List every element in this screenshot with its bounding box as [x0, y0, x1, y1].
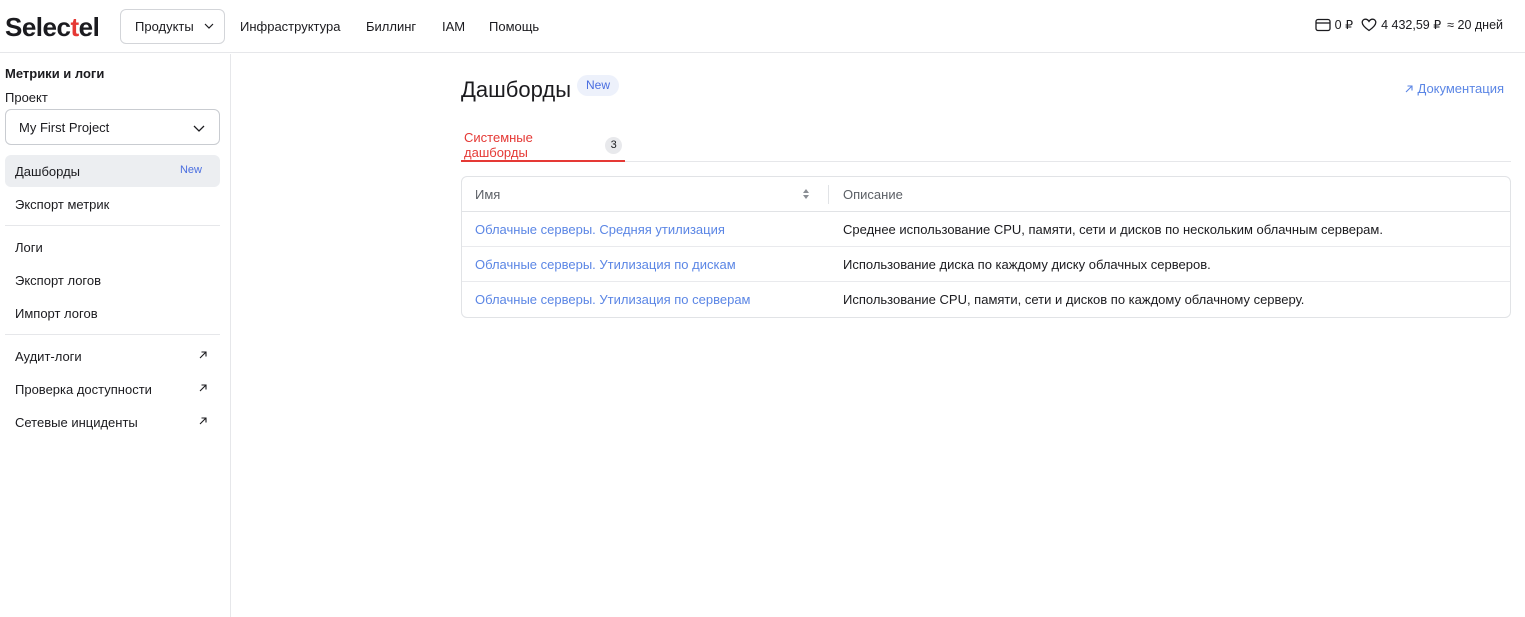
sidebar-item-label: Логи — [15, 239, 43, 255]
project-label: Проект — [5, 90, 48, 105]
chevron-down-icon — [204, 23, 214, 29]
documentation-link-label: Документация — [1417, 81, 1505, 96]
table-row: Облачные серверы. Средняя утилизация Сре… — [462, 212, 1510, 247]
table-header: Имя Описание — [462, 177, 1510, 212]
table-row: Облачные серверы. Утилизация по дискам И… — [462, 247, 1510, 282]
tab-system-dashboards[interactable]: Системные дашборды 3 — [461, 130, 625, 162]
new-badge: New — [577, 75, 620, 96]
tab-label: Системные дашборды — [464, 130, 533, 160]
dashboard-description: Среднее использование CPU, памяти, сети … — [843, 222, 1383, 237]
external-link-icon — [199, 384, 207, 392]
sidebar-item-label: Экспорт метрик — [15, 196, 110, 212]
selectel-logo[interactable]: Selectel — [5, 12, 100, 42]
nav-billing[interactable]: Биллинг — [366, 19, 416, 35]
sidebar-item-label: Аудит-логи — [15, 348, 82, 364]
sidebar-divider — [5, 225, 220, 226]
column-header-name[interactable]: Имя — [475, 187, 500, 202]
sidebar-item-label: Проверка доступности — [15, 381, 152, 397]
products-label: Продукты — [135, 19, 194, 34]
wallet-amount: 0 ₽ — [1334, 18, 1354, 32]
sidebar-item-label: Дашборды — [15, 163, 80, 179]
wallet-icon — [1315, 18, 1331, 31]
column-header-description: Описание — [843, 187, 903, 202]
bonus-amount: 4 432,59 ₽ — [1381, 18, 1442, 32]
sidebar-item-dashboards[interactable]: Дашборды New — [5, 155, 220, 187]
tabs-bar: Системные дашборды 3 — [461, 130, 1511, 162]
chevron-down-icon — [193, 125, 205, 132]
sidebar-item-logs-import[interactable]: Импорт логов — [5, 297, 220, 329]
sidebar-item-label: Импорт логов — [15, 305, 98, 321]
sidebar-item-logs-export[interactable]: Экспорт логов — [5, 264, 220, 296]
table-row: Облачные серверы. Утилизация по серверам… — [462, 282, 1510, 317]
external-link-icon — [199, 351, 207, 359]
tab-count-badge: 3 — [605, 136, 622, 154]
column-separator — [828, 185, 829, 204]
dashboard-link[interactable]: Облачные серверы. Утилизация по дискам — [475, 257, 736, 272]
dashboard-description: Использование CPU, памяти, сети и дисков… — [843, 292, 1305, 307]
sidebar-item-label: Сетевые инциденты — [15, 414, 138, 430]
sort-icon[interactable] — [802, 188, 810, 200]
page-title: Дашборды — [461, 77, 571, 102]
nav-iam[interactable]: IAM — [442, 19, 465, 35]
sidebar-item-logs[interactable]: Логи — [5, 231, 220, 263]
sidebar-item-availability-check[interactable]: Проверка доступности — [5, 373, 220, 405]
sidebar-item-audit-logs[interactable]: Аудит-логи — [5, 340, 220, 372]
dashboard-description: Использование диска по каждому диску обл… — [843, 257, 1211, 272]
external-link-icon — [199, 417, 207, 425]
sidebar: Метрики и логи Проект My First Project Д… — [0, 54, 231, 617]
sidebar-item-metrics-export[interactable]: Экспорт метрик — [5, 188, 220, 220]
top-header: Selectel Продукты Инфраструктура Биллинг… — [0, 0, 1525, 53]
external-link-icon — [1405, 84, 1413, 92]
sidebar-title: Метрики и логи — [5, 66, 105, 81]
nav-infrastructure[interactable]: Инфраструктура — [240, 19, 340, 35]
project-select[interactable]: My First Project — [5, 109, 220, 145]
sidebar-divider — [5, 334, 220, 335]
project-select-value: My First Project — [19, 119, 110, 135]
heart-icon — [1361, 18, 1377, 31]
balance-widget[interactable]: 0 ₽ 4 432,59 ₽ ≈ 20 дней — [1315, 17, 1503, 32]
days-left: ≈ 20 дней — [1447, 17, 1503, 32]
sidebar-item-network-incidents[interactable]: Сетевые инциденты — [5, 406, 220, 438]
dashboard-link[interactable]: Облачные серверы. Утилизация по серверам — [475, 292, 751, 307]
new-badge: New — [179, 164, 202, 176]
products-dropdown-button[interactable]: Продукты — [120, 9, 225, 44]
nav-help[interactable]: Помощь — [489, 19, 539, 35]
dashboard-link[interactable]: Облачные серверы. Средняя утилизация — [475, 222, 725, 237]
documentation-link[interactable]: Документация — [1404, 81, 1505, 96]
dashboards-table: Имя Описание Облачные серверы. Средняя у… — [461, 176, 1511, 318]
sidebar-item-label: Экспорт логов — [15, 272, 102, 288]
